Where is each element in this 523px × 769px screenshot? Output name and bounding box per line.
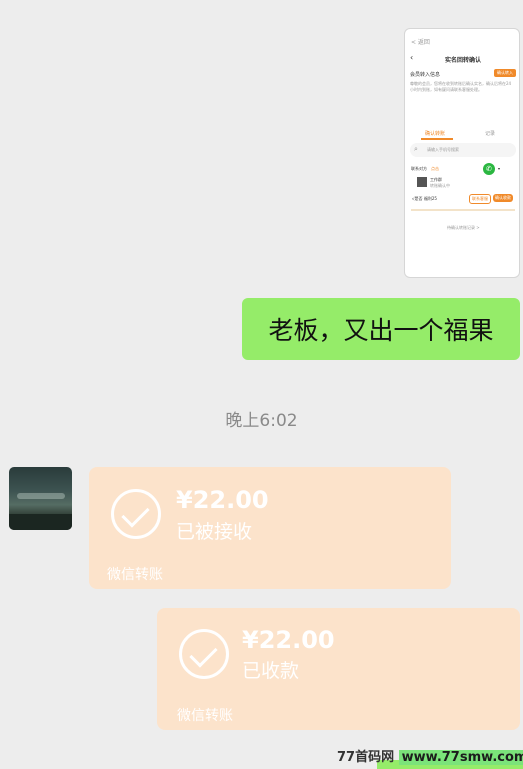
transfer-card-received[interactable]: ¥22.00 已被接收 微信转账 bbox=[89, 467, 451, 589]
shot-orange-tag: 确认转入 bbox=[494, 69, 516, 77]
phone-icon: ✆ bbox=[483, 163, 495, 175]
transfer-footer: 微信转账 bbox=[107, 567, 163, 583]
shot-btn-2: 确认收款 bbox=[493, 194, 513, 202]
shot-section-title: 会员转入信息 bbox=[410, 72, 441, 78]
transfer-status: 已收款 bbox=[242, 660, 300, 682]
shot-contact-arrow: ▾ bbox=[498, 166, 501, 171]
transfer-status: 已被接收 bbox=[176, 521, 253, 543]
shot-tab-underline bbox=[421, 138, 453, 140]
shot-title: 实名回转确认 bbox=[445, 57, 482, 64]
avatar-mountain bbox=[9, 514, 72, 530]
check-circle-icon bbox=[179, 629, 229, 679]
shared-screenshot[interactable]: < 返回 ‹ 实名回转确认 会员转入信息 确认转入 尊敬的会员，您将在收到转账后… bbox=[404, 28, 520, 278]
transfer-amount: ¥22.00 bbox=[242, 626, 335, 654]
shot-entry-sub: 转账确认中 bbox=[430, 183, 450, 188]
avatar-horizon bbox=[17, 493, 65, 499]
transfer-footer: 微信转账 bbox=[177, 708, 233, 724]
transfer-card-sent[interactable]: ¥22.00 已收款 微信转账 bbox=[157, 608, 520, 730]
shot-result-label: √是否 福利25 bbox=[412, 196, 437, 201]
back-link: < 返回 bbox=[411, 39, 430, 46]
search-icon: ⌕ bbox=[414, 145, 418, 153]
watermark: 77首码网 www.77smw.com bbox=[337, 746, 523, 765]
shot-progress bbox=[411, 209, 515, 211]
watermark-site: 77首码网 bbox=[337, 750, 395, 765]
transfer-amount: ¥22.00 bbox=[176, 486, 269, 514]
chevron-left-icon: ‹ bbox=[410, 53, 414, 62]
sent-message-text: 老板，又出一个福果 bbox=[268, 316, 494, 345]
shot-tab-left: 确认转账 bbox=[425, 131, 446, 137]
shot-entry-avatar bbox=[417, 177, 427, 187]
shot-tab-right: 记录 bbox=[485, 131, 496, 137]
shot-contact-label: 联系对方 bbox=[411, 166, 427, 171]
shot-description: 尊敬的会员，您将在收到转账后确认实名，确认后将在24小时内到账，如有疑问请联系客… bbox=[410, 81, 512, 92]
watermark-url: www.77smw.com bbox=[398, 750, 523, 765]
avatar[interactable] bbox=[9, 467, 72, 530]
shot-btn-1: 联系客服 bbox=[469, 194, 491, 204]
shot-contact-link: 点击 bbox=[431, 166, 439, 171]
check-circle-icon bbox=[111, 489, 161, 539]
shot-footer-text: 待确认转账记录 > bbox=[447, 225, 480, 230]
shot-search-placeholder: 请输入手机号搜索 bbox=[427, 147, 459, 152]
time-divider: 晚上6:02 bbox=[225, 411, 298, 431]
sent-message-bubble[interactable]: 老板，又出一个福果 bbox=[242, 298, 520, 360]
shot-search-box bbox=[410, 143, 516, 157]
